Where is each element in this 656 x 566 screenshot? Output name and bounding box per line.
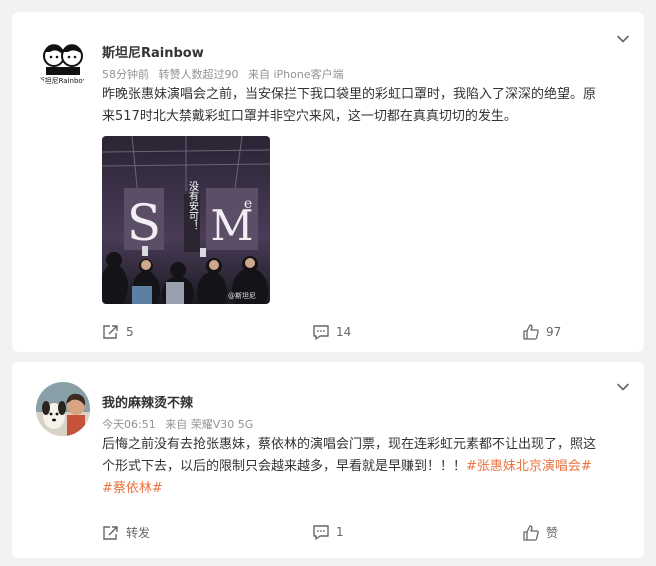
comment-button[interactable]: 1 bbox=[312, 524, 344, 540]
comment-count: 14 bbox=[336, 325, 352, 339]
post-meta: 今天06:51 来自 荣耀V30 5G bbox=[102, 416, 259, 432]
post-time[interactable]: 今天06:51 bbox=[102, 418, 156, 431]
like-count: 97 bbox=[546, 325, 562, 339]
post-source: 来自 荣耀V30 5G bbox=[165, 418, 254, 431]
repost-button[interactable]: 转发 bbox=[102, 524, 150, 541]
chevron-down-icon[interactable] bbox=[616, 380, 630, 394]
post-card: 我的麻辣烫不辣 今天06:51 来自 荣耀V30 5G 后悔之前没有去抢张惠妹，… bbox=[12, 362, 644, 558]
like-icon bbox=[523, 524, 539, 541]
post-text: 昨晚张惠妹演唱会之前，当安保拦下我口袋里的彩虹口罩时，我陷入了深深的绝望。原 来… bbox=[102, 84, 634, 128]
hashtag-link[interactable]: #张惠妹北京演唱会# bbox=[466, 459, 592, 474]
like-button[interactable]: 赞 bbox=[522, 524, 558, 541]
repost-count: 5 bbox=[126, 325, 134, 339]
author-name[interactable]: 我的麻辣烫不辣 bbox=[102, 392, 193, 411]
post-text-line: 后悔之前没有去抢张惠妹，蔡依林的演唱会门票，现在连彩虹元素都不让出现了，照这 bbox=[102, 437, 597, 452]
image-watermark: @斯坦尼 bbox=[228, 291, 256, 300]
like-icon bbox=[523, 324, 539, 340]
screen-letter-small: e bbox=[244, 196, 252, 212]
post-text-line: 昨晚张惠妹演唱会之前，当安保拦下我口袋里的彩虹口罩时，我陷入了深深的绝望。原 bbox=[102, 87, 597, 102]
post-text: 后悔之前没有去抢张惠妹，蔡依林的演唱会门票，现在连彩虹元素都不让出现了，照这 个… bbox=[102, 434, 634, 500]
post-text-segment: 个形式下去，以后的限制只会越来越多，早看就是早赚到！！！ bbox=[102, 459, 467, 474]
repost-icon bbox=[103, 525, 118, 540]
hashtag-link[interactable]: #蔡依林# bbox=[102, 481, 163, 496]
like-button[interactable]: 97 bbox=[522, 324, 561, 340]
repost-label: 转发 bbox=[126, 526, 151, 540]
chevron-down-icon[interactable] bbox=[616, 32, 630, 46]
author-name[interactable]: 斯坦尼Rainbow bbox=[102, 42, 204, 61]
post-text-line-2: 个形式下去，以后的限制只会越来越多，早看就是早赚到！！！#张惠妹北京演唱会# bbox=[102, 456, 634, 478]
like-label: 赞 bbox=[546, 526, 559, 540]
post-source: 来自 iPhone客户端 bbox=[248, 68, 344, 81]
post-text-line: 来517时北大禁戴彩虹口罩并非空穴来风，这一切都在真真切切的发生。 bbox=[102, 109, 517, 124]
repost-button[interactable]: 5 bbox=[102, 324, 134, 340]
post-card: 斯坦尼Rainbow 斯坦尼Rainbow 58分钟前 转赞人数超过90 来自 … bbox=[12, 12, 644, 352]
avatar-caption: 斯坦尼Rainbow bbox=[38, 76, 89, 85]
comment-button[interactable]: 14 bbox=[312, 324, 351, 340]
post-time[interactable]: 58分钟前 bbox=[102, 68, 149, 81]
post-meta: 58分钟前 转赞人数超过90 来自 iPhone客户端 bbox=[102, 66, 350, 82]
comment-icon bbox=[313, 525, 329, 540]
fan-banner: 没有安可！ bbox=[187, 181, 199, 231]
screen-letter: S bbox=[127, 194, 161, 252]
post-image[interactable]: S M e 没有安可！ @斯坦尼 bbox=[102, 136, 270, 304]
repost-note: 转赞人数超过90 bbox=[158, 68, 239, 81]
comment-icon bbox=[313, 325, 329, 340]
author-avatar[interactable]: 斯坦尼Rainbow bbox=[36, 36, 90, 90]
repost-icon bbox=[103, 325, 118, 339]
comment-count: 1 bbox=[336, 525, 344, 539]
post-text-line-3: #蔡依林# bbox=[102, 478, 634, 500]
author-avatar[interactable] bbox=[36, 382, 90, 436]
